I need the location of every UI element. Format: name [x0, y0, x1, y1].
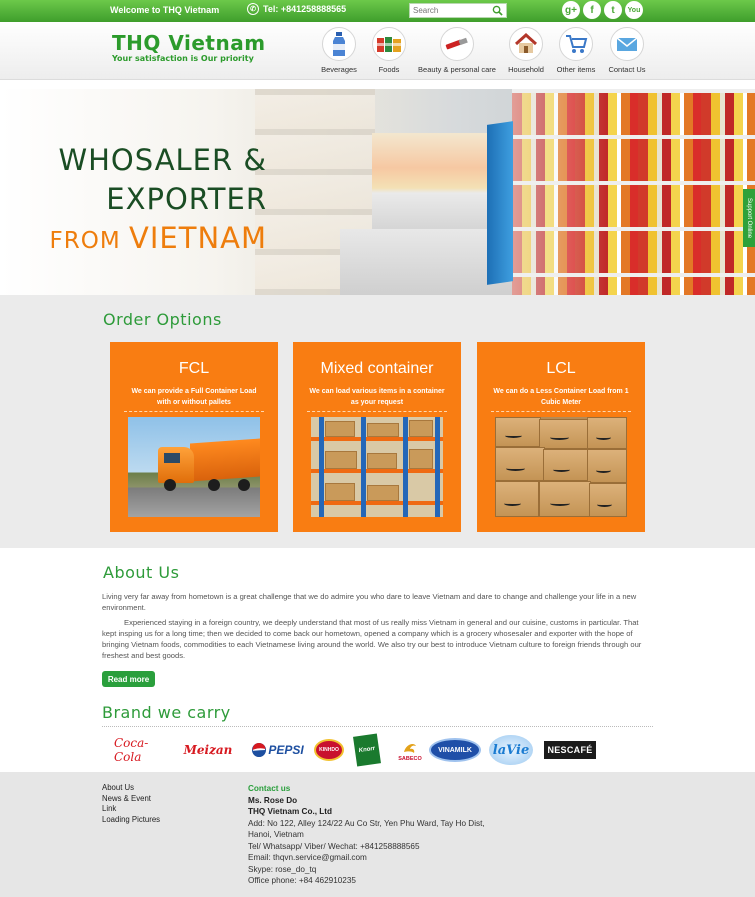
hero-banner: WHOSALER & EXPORTER FROM VIETNAM Support… [0, 89, 755, 295]
divider [102, 726, 653, 727]
support-online-tab[interactable]: Support Online [743, 189, 755, 247]
brand-label: laVie [492, 742, 530, 758]
hero-image-sign [487, 121, 513, 285]
card-title: LCL [546, 360, 576, 377]
facebook-icon[interactable]: f [583, 1, 601, 19]
brand-coca-cola[interactable]: Coca-Cola [114, 733, 164, 767]
brand-label: VINAMILK [438, 746, 472, 754]
footer-link-link[interactable]: Link [102, 804, 160, 815]
footer: About Us News & Event Link Loading Pictu… [0, 772, 755, 897]
logo-slogan: Your satisfaction is Our priority [112, 54, 254, 63]
welcome-text: Welcome to THQ Vietnam [110, 5, 220, 15]
google-plus-icon[interactable]: g+ [562, 1, 580, 19]
envelope-icon [616, 37, 638, 51]
hero-line-1: WHOSALER & [58, 143, 267, 177]
social-links: g+ f t You [562, 1, 643, 19]
order-options-section: Order Options FCL We can provide a Full … [0, 295, 755, 548]
brand-label: KINHDO [319, 747, 339, 753]
footer-link-pictures[interactable]: Loading Pictures [102, 815, 160, 826]
cans-icon [377, 37, 401, 52]
search-box [409, 3, 507, 18]
brand-vinamilk[interactable]: VINAMILK [428, 733, 482, 767]
brand-pepsi[interactable]: PEPSI [248, 733, 308, 767]
card-fcl[interactable]: FCL We can provide a Full Container Load… [110, 342, 278, 532]
brand-logos: Coca-Cola Meizan PEPSI KINHDO Knorr SABE… [110, 733, 610, 767]
youtube-icon[interactable]: You [625, 1, 643, 19]
contact-heading: Contact us [248, 784, 291, 793]
hero-image-produce [372, 133, 492, 233]
card-desc: We can do a Less Container Load from 1 C… [493, 388, 629, 406]
hero-image-shelves-right [512, 89, 755, 295]
card-title: Mixed container [320, 360, 434, 377]
nescafe-badge: NESCAFÉ [544, 741, 596, 759]
brand-nescafe[interactable]: NESCAFÉ [540, 733, 600, 767]
phone-info: ✆ Tel: +841258888565 [247, 3, 346, 15]
card-desc: We can provide a Full Container Load wit… [131, 388, 257, 406]
contact-email: Email: thqvn.service@gmail.com [248, 853, 367, 862]
phone-text: Tel: +841258888565 [263, 4, 347, 14]
footer-link-news[interactable]: News & Event [102, 794, 160, 805]
brand-label: Knorr [358, 745, 376, 755]
header: THQ Vietnam Your satisfaction is Our pri… [0, 22, 755, 80]
card-desc: We can load various items in a container… [309, 388, 445, 406]
contact-company: THQ Vietnam Co., Ltd [248, 807, 333, 816]
logo-name: THQ Vietnam [112, 31, 266, 55]
twitter-icon[interactable]: t [604, 1, 622, 19]
contact-tel: Tel/ Whatsapp/ Viber/ Wechat: +841258888… [248, 841, 420, 851]
about-title: About Us [103, 563, 180, 582]
section-title: Order Options [103, 310, 222, 329]
hero-line-2: EXPORTER [106, 182, 267, 216]
brand-label: PEPSI [268, 743, 304, 757]
knorr-badge: Knorr [353, 733, 381, 767]
brand-label: NESCAFÉ [547, 745, 593, 755]
lipstick-icon [445, 37, 468, 50]
hero-line-3: FROM VIETNAM [50, 219, 267, 261]
vinamilk-badge: VINAMILK [429, 738, 481, 762]
top-bar: Welcome to THQ Vietnam ✆ Tel: +841258888… [0, 0, 755, 22]
brand-sabeco[interactable]: SABECO [394, 733, 426, 767]
contact-address-2: Hanoi, Vietnam [248, 830, 304, 839]
brand-kinhdo[interactable]: KINHDO [312, 733, 346, 767]
read-more-button[interactable]: Read more [102, 671, 155, 687]
hero-from: FROM [49, 228, 121, 254]
cardboard-boxes-image [495, 417, 627, 517]
logo[interactable]: THQ Vietnam Your satisfaction is Our pri… [112, 31, 266, 63]
card-title: FCL [178, 360, 210, 377]
divider [124, 411, 264, 412]
brand-meizan[interactable]: Meizan [183, 733, 233, 767]
brand-lavie[interactable]: laVie [488, 733, 534, 767]
about-paragraph-1: Living very far away from hometown is a … [102, 592, 637, 612]
divider [307, 411, 447, 412]
card-mixed-container[interactable]: Mixed container We can load various item… [293, 342, 461, 532]
nav-item-contact[interactable]: Contact Us [582, 27, 672, 74]
phone-icon: ✆ [247, 3, 259, 15]
hero-headline: WHOSALER & EXPORTER FROM VIETNAM [50, 141, 267, 261]
brand-label: Meizan [183, 743, 233, 757]
brand-label: SABECO [398, 756, 422, 762]
pepsi-globe-icon [252, 743, 267, 757]
contact-person: Ms. Rose Do [248, 795, 298, 805]
brand-label: Coca-Cola [114, 736, 149, 764]
sabeco-dragon-icon [404, 744, 416, 753]
lavie-badge: laVie [489, 735, 533, 765]
warehouse-rack-image [311, 417, 443, 517]
nav-label: Contact Us [608, 65, 646, 74]
search-input[interactable] [410, 4, 486, 17]
footer-link-about[interactable]: About Us [102, 783, 160, 794]
divider [491, 411, 631, 412]
kinhdo-badge: KINHDO [314, 739, 344, 761]
about-paragraph-2: Experienced staying in a foreign country… [102, 618, 642, 660]
card-lcl[interactable]: LCL We can do a Less Container Load from… [477, 342, 645, 532]
contact-office-phone: Office phone: +84 462910235 [248, 876, 356, 885]
contact-skype: Skype: rose_do_tq [248, 864, 317, 874]
brands-title: Brand we carry [102, 703, 231, 722]
contact-info: Contact us Ms. Rose Do THQ Vietnam Co., … [248, 783, 485, 887]
search-icon[interactable] [492, 5, 503, 16]
contact-address-1: Add: No 122, Alley 124/22 Au Co Str, Yen… [248, 818, 485, 828]
hero-country: VIETNAM [129, 221, 267, 255]
brand-knorr[interactable]: Knorr [352, 733, 382, 767]
truck-image [128, 417, 260, 517]
footer-links: About Us News & Event Link Loading Pictu… [102, 783, 160, 825]
